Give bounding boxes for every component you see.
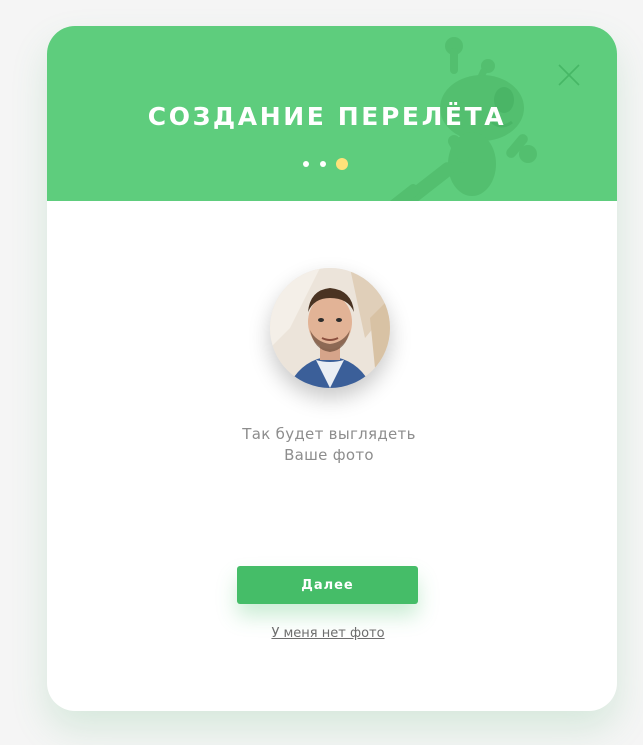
close-icon[interactable] (557, 63, 581, 87)
dialog-header: СОЗДАНИЕ ПЕРЕЛЁТА (47, 26, 617, 201)
step-dot-1 (303, 161, 309, 167)
photo-preview-caption: Так будет выглядеть Ваше фото (47, 424, 611, 466)
caption-line-2: Ваше фото (284, 446, 374, 464)
step-dot-3-active (336, 158, 348, 170)
user-photo-icon (270, 268, 390, 388)
dialog-title: СОЗДАНИЕ ПЕРЕЛЁТА (147, 102, 507, 131)
caption-line-1: Так будет выглядеть (242, 425, 416, 443)
step-dot-2 (320, 161, 326, 167)
create-flight-dialog: СОЗДАНИЕ ПЕРЕЛЁТА Так будет выглядеть Ва… (47, 26, 617, 711)
no-photo-link[interactable]: У меня нет фото (47, 625, 609, 643)
user-photo (270, 268, 390, 388)
next-button[interactable]: Далее (237, 566, 418, 604)
step-indicator (303, 158, 353, 170)
